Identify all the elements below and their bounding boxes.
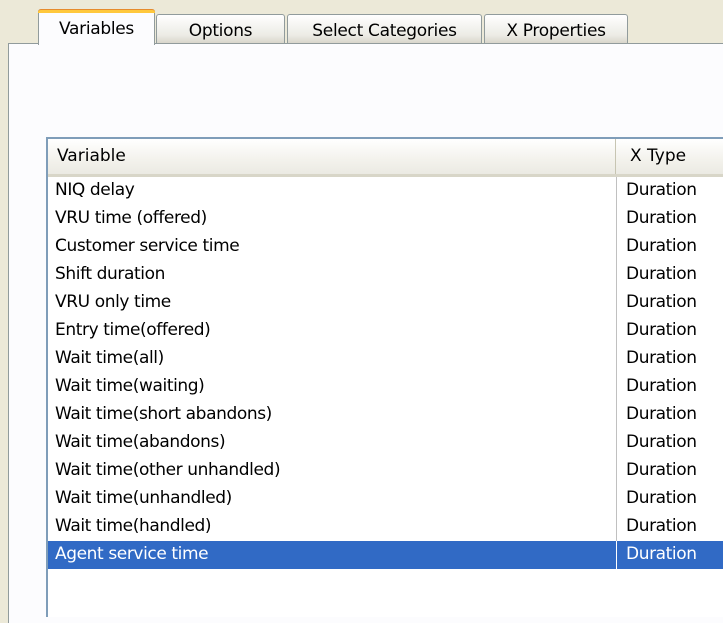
type-cell: Duration bbox=[626, 264, 697, 284]
type-cell: Duration bbox=[626, 516, 697, 536]
variable-cell: Wait time(all) bbox=[48, 345, 617, 373]
table-row[interactable]: Wait time(other unhandled) Duration bbox=[48, 457, 723, 485]
tab-x-properties[interactable]: X Properties bbox=[484, 14, 628, 44]
column-header-variable[interactable]: Variable bbox=[48, 139, 616, 174]
variable-cell: VRU only time bbox=[48, 289, 617, 317]
type-cell: Duration bbox=[626, 180, 697, 200]
column-header-x-type[interactable]: X Type bbox=[616, 139, 723, 174]
variable-cell: Wait time(abandons) bbox=[48, 429, 617, 457]
type-cell: Duration bbox=[626, 404, 697, 424]
table-row[interactable]: NIQ delay Duration bbox=[48, 177, 723, 205]
tab-options[interactable]: Options bbox=[156, 14, 285, 44]
type-cell: Duration bbox=[626, 236, 697, 256]
table-row[interactable]: Customer service time Duration bbox=[48, 233, 723, 261]
table-row[interactable]: Entry time(offered) Duration bbox=[48, 317, 723, 345]
variable-cell: Agent service time bbox=[48, 541, 617, 569]
variable-cell: VRU time (offered) bbox=[48, 205, 617, 233]
variable-cell: Wait time(waiting) bbox=[48, 373, 617, 401]
variable-cell: Wait time(short abandons) bbox=[48, 401, 617, 429]
tab-variables[interactable]: Variables bbox=[38, 9, 155, 45]
type-cell: Duration bbox=[626, 488, 697, 508]
table-row[interactable]: Wait time(handled) Duration bbox=[48, 513, 723, 541]
variable-cell: Shift duration bbox=[48, 261, 617, 289]
table-row-selected[interactable]: Agent service time Duration bbox=[48, 541, 723, 569]
variable-cell: Customer service time bbox=[48, 233, 617, 261]
variable-cell: Wait time(unhandled) bbox=[48, 485, 617, 513]
grid-rows: NIQ delay Duration VRU time (offered) Du… bbox=[48, 177, 723, 569]
variable-cell: Wait time(handled) bbox=[48, 513, 617, 541]
type-cell: Duration bbox=[626, 376, 697, 396]
type-cell: Duration bbox=[626, 460, 697, 480]
table-row[interactable]: Shift duration Duration bbox=[48, 261, 723, 289]
type-cell: Duration bbox=[626, 348, 697, 368]
table-row[interactable]: VRU only time Duration bbox=[48, 289, 723, 317]
variable-cell: Wait time(other unhandled) bbox=[48, 457, 617, 485]
type-cell: Duration bbox=[617, 541, 723, 569]
table-row[interactable]: Wait time(short abandons) Duration bbox=[48, 401, 723, 429]
tab-select-categories[interactable]: Select Categories bbox=[287, 14, 482, 44]
tab-variables-label: Variables bbox=[59, 19, 134, 39]
type-cell: Duration bbox=[626, 320, 697, 340]
type-cell: Duration bbox=[626, 208, 697, 228]
variable-cell: Entry time(offered) bbox=[48, 317, 617, 345]
table-row[interactable]: VRU time (offered) Duration bbox=[48, 205, 723, 233]
table-row[interactable]: Wait time(all) Duration bbox=[48, 345, 723, 373]
grid-header: Variable X Type bbox=[48, 139, 723, 177]
variable-cell: NIQ delay bbox=[48, 177, 617, 205]
table-row[interactable]: Wait time(unhandled) Duration bbox=[48, 485, 723, 513]
table-row[interactable]: Wait time(waiting) Duration bbox=[48, 373, 723, 401]
table-row[interactable]: Wait time(abandons) Duration bbox=[48, 429, 723, 457]
type-cell: Duration bbox=[626, 292, 697, 312]
variables-grid[interactable]: Variable X Type NIQ delay Duration VRU t… bbox=[46, 137, 723, 617]
type-cell: Duration bbox=[626, 432, 697, 452]
